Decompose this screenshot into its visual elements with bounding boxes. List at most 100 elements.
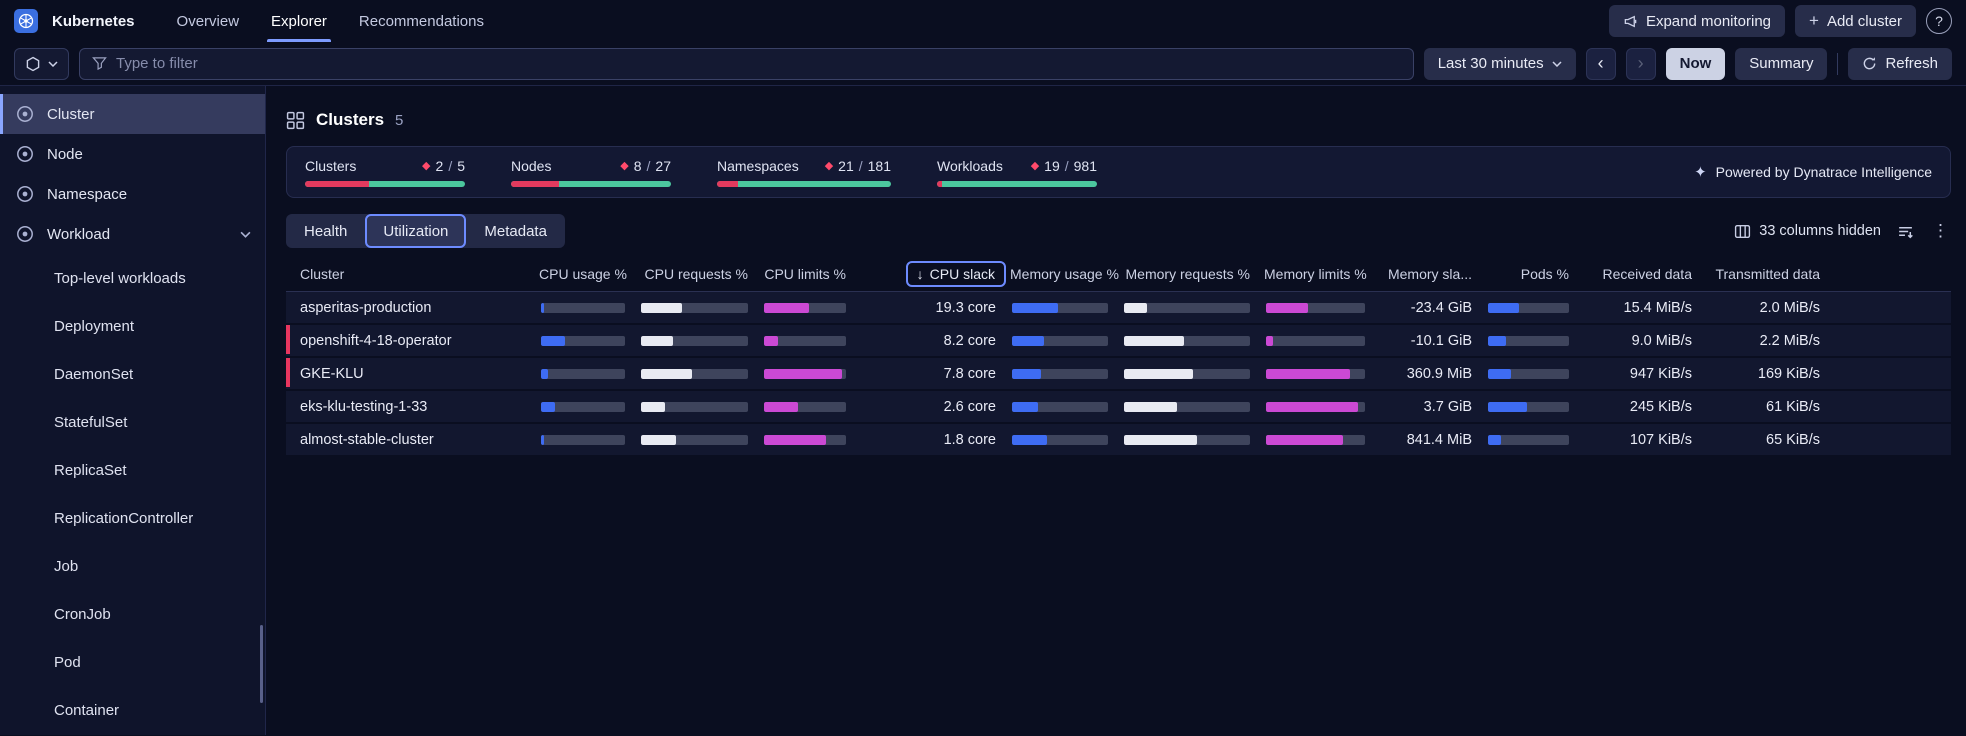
- column-header-memory-limits[interactable]: Memory limits %: [1264, 266, 1379, 282]
- metric-bar-cell: [1122, 302, 1264, 313]
- sidebar-item-top-level-workloads[interactable]: Top-level workloads: [0, 254, 265, 302]
- metric-value-cell: 61 KiB/s: [1766, 398, 1820, 415]
- stat-separator: /: [1064, 157, 1069, 174]
- bar-track: [541, 434, 625, 445]
- bar-fill: [541, 302, 545, 313]
- column-header-cpu-slack[interactable]: ↓ CPU slack: [860, 260, 1010, 287]
- table-settings-icon[interactable]: [1897, 223, 1914, 240]
- column-header-received-data[interactable]: Received data: [1583, 266, 1706, 282]
- nav-item-label: Explorer: [271, 12, 327, 30]
- column-header-cpu-requests[interactable]: CPU requests %: [639, 266, 762, 282]
- stat-header: Workloads ◆ 19/981: [937, 158, 1097, 174]
- column-header-memory-usage[interactable]: Memory usage %: [1010, 266, 1122, 282]
- bar-fill: [764, 368, 842, 379]
- sidebar-item-node[interactable]: Node: [0, 134, 265, 174]
- refresh-button[interactable]: Refresh: [1848, 47, 1952, 80]
- column-header-memory-sla[interactable]: Memory sla...: [1379, 266, 1486, 282]
- bar-track: [541, 335, 625, 346]
- page-header: Clusters 5: [286, 110, 1951, 130]
- metric-value-cell: 19.3 core: [935, 299, 996, 316]
- metric-value-cell: 2.0 MiB/s: [1759, 299, 1820, 316]
- sidebar-item-statefulset[interactable]: StatefulSet: [0, 398, 265, 446]
- sidebar-item-cluster[interactable]: Cluster: [0, 94, 265, 134]
- stat-header: Namespaces ◆ 21/181: [717, 158, 891, 174]
- table-row-openshift-4-18-operator[interactable]: openshift-4-18-operator 8.2 core -10.1 GiB…: [286, 325, 1951, 358]
- table-row-asperitas-production[interactable]: asperitas-production 19.3 core -23.4 GiB 15…: [286, 292, 1951, 325]
- metric-bar-cell: [1486, 401, 1583, 412]
- sidebar-item-label: CronJob: [54, 605, 111, 623]
- scope-selector[interactable]: [14, 47, 69, 80]
- now-button[interactable]: Now: [1665, 47, 1726, 80]
- nav-item-overview[interactable]: Overview: [161, 0, 256, 42]
- column-header-label: Pods %: [1520, 265, 1569, 282]
- help-icon[interactable]: ?: [1926, 8, 1952, 34]
- cluster-name-cell: eks-klu-testing-1-33: [300, 398, 428, 415]
- bar-track: [1266, 302, 1365, 313]
- table-row-almost-stable-cluster[interactable]: almost-stable-cluster 1.8 core 841.4 MiB 10…: [286, 424, 1951, 457]
- bar-track: [541, 368, 625, 379]
- stat-workloads: Workloads ◆ 19/981: [937, 158, 1097, 187]
- cluster-name-cell: almost-stable-cluster: [300, 431, 434, 448]
- sidebar-item-pod[interactable]: Pod: [0, 638, 265, 686]
- sidebar: Cluster Node Namespace Workload Top-level wo…: [0, 86, 266, 735]
- tab-utilization[interactable]: Utilization: [365, 214, 467, 248]
- sidebar-scrollbar[interactable]: [260, 625, 263, 703]
- sidebar-item-namespace[interactable]: Namespace: [0, 174, 265, 214]
- add-cluster-button[interactable]: + Add cluster: [1795, 5, 1916, 37]
- sidebar-item-container[interactable]: Container: [0, 686, 265, 734]
- time-next-button[interactable]: ›: [1625, 47, 1656, 80]
- sidebar-item-job[interactable]: Job: [0, 542, 265, 590]
- toolbar-divider: [1837, 52, 1839, 75]
- sidebar-item-workload[interactable]: Workload: [0, 214, 265, 254]
- metric-value-cell: 947 KiB/s: [1629, 365, 1692, 382]
- expand-monitoring-button[interactable]: Expand monitoring: [1608, 5, 1786, 37]
- cluster-icon: [14, 103, 36, 125]
- tab-metadata[interactable]: Metadata: [466, 214, 565, 248]
- nav-item-recommendations[interactable]: Recommendations: [343, 0, 500, 42]
- bar-fill: [1266, 302, 1308, 313]
- sorted-column-box: ↓ CPU slack: [905, 260, 1006, 287]
- sidebar-item-replicationcontroller[interactable]: ReplicationController: [0, 494, 265, 542]
- app-title: Kubernetes: [52, 12, 135, 30]
- table-row-eks-klu-testing-1-33[interactable]: eks-klu-testing-1-33 2.6 core 3.7 GiB 245 K…: [286, 391, 1951, 424]
- stat-separator: /: [858, 157, 863, 174]
- refresh-label: Refresh: [1885, 55, 1938, 72]
- time-prev-button[interactable]: ‹: [1585, 47, 1616, 80]
- column-header-transmitted-data[interactable]: Transmitted data: [1706, 266, 1834, 282]
- column-header-label: Memory requests %: [1125, 265, 1250, 282]
- metric-value-cell: 3.7 GiB: [1423, 398, 1472, 415]
- table-row-gke-klu[interactable]: GKE-KLU 7.8 core 360.9 MiB 947 KiB/s 169 KiB…: [286, 358, 1951, 391]
- sidebar-item-deployment[interactable]: Deployment: [0, 302, 265, 350]
- sidebar-item-cronjob[interactable]: CronJob: [0, 590, 265, 638]
- hidden-columns-control[interactable]: 33 columns hidden: [1734, 223, 1881, 240]
- sidebar-item-label: Container: [54, 701, 120, 719]
- bar-fill: [1124, 302, 1147, 313]
- bar-track: [1266, 401, 1365, 412]
- bar-fill: [1488, 368, 1511, 379]
- tabs-row: Health Utilization Metadata 33 columns hid…: [286, 214, 1951, 248]
- metric-value-cell: 169 KiB/s: [1757, 365, 1820, 382]
- column-header-pods[interactable]: Pods %: [1486, 266, 1583, 282]
- sidebar-item-label: Job: [54, 557, 79, 575]
- tab-health[interactable]: Health: [286, 214, 365, 248]
- metric-bar-cell: [1122, 368, 1264, 379]
- table-body: asperitas-production 19.3 core -23.4 GiB 15…: [286, 292, 1951, 457]
- column-header-memory-requests[interactable]: Memory requests %: [1122, 266, 1264, 282]
- powered-by-label: Powered by Dynatrace Intelligence: [1715, 164, 1932, 180]
- summary-button[interactable]: Summary: [1735, 47, 1828, 80]
- kebab-menu-icon[interactable]: ⋮: [1930, 221, 1951, 241]
- column-header-cpu-limits[interactable]: CPU limits %: [762, 266, 860, 282]
- column-header-cluster[interactable]: Cluster: [286, 266, 539, 282]
- cluster-name-cell: openshift-4-18-operator: [300, 332, 452, 349]
- nav-item-explorer[interactable]: Explorer: [255, 0, 343, 42]
- sidebar-item-daemonset[interactable]: DaemonSet: [0, 350, 265, 398]
- metric-bar-cell: [539, 335, 639, 346]
- sidebar-item-replicaset[interactable]: ReplicaSet: [0, 446, 265, 494]
- filter-input[interactable]: [116, 55, 1401, 72]
- stat-label: Workloads: [937, 157, 1003, 174]
- filter-funnel-icon: [92, 56, 107, 71]
- sparkle-icon: ✦: [1694, 164, 1707, 181]
- metric-bar-cell: [762, 368, 860, 379]
- column-header-cpu-usage[interactable]: CPU usage %: [539, 266, 639, 282]
- time-range-button[interactable]: Last 30 minutes: [1423, 47, 1576, 80]
